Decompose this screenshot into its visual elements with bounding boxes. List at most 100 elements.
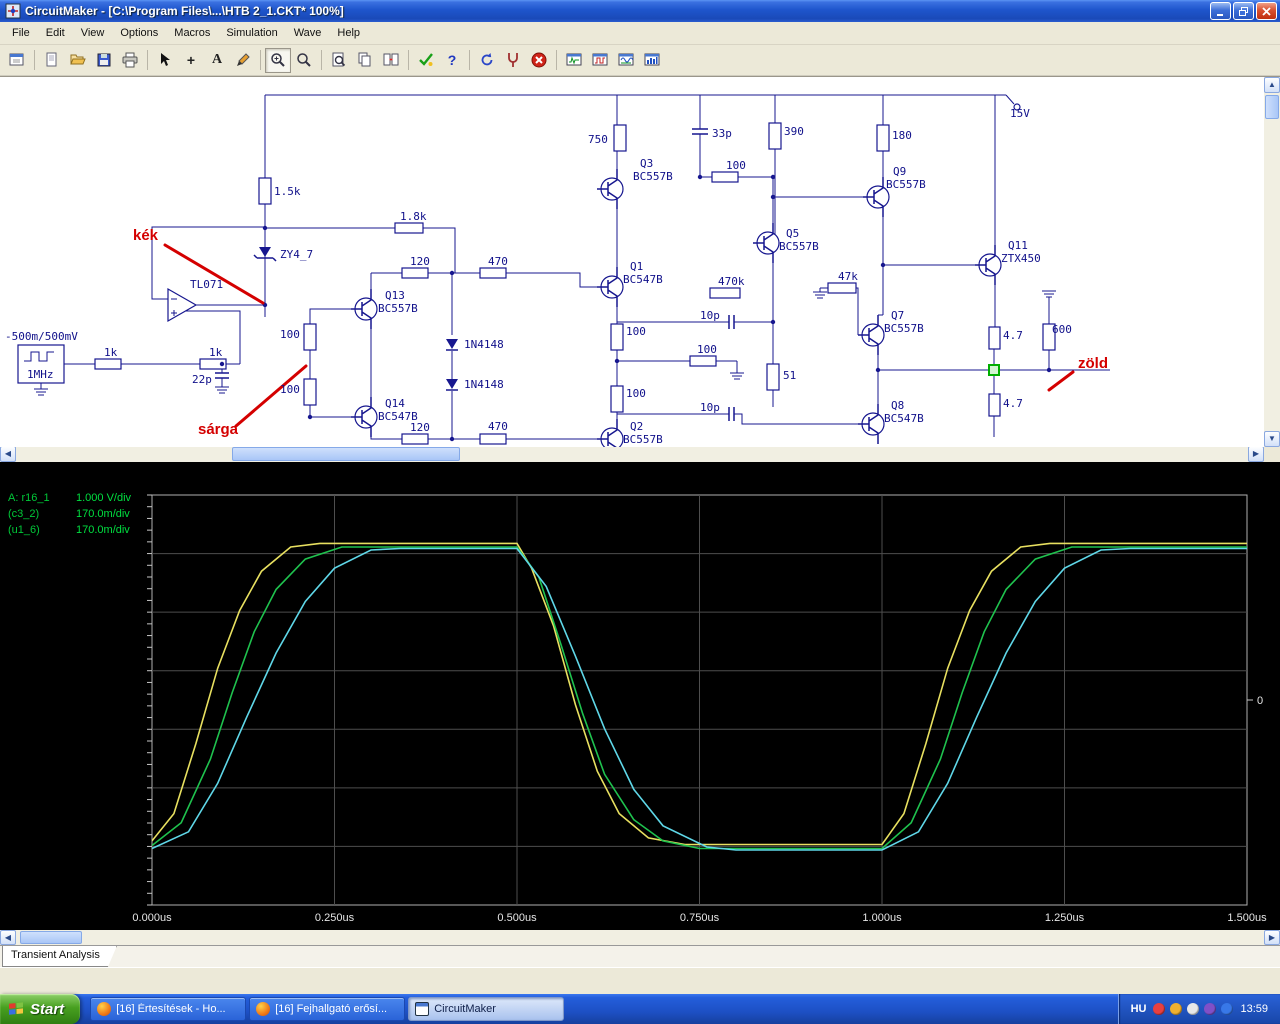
- scope-window-button-3[interactable]: [613, 48, 639, 73]
- diode-1n4148[interactable]: 1N4148: [446, 338, 504, 351]
- schematic-horizontal-scrollbar[interactable]: ◀ ▶: [0, 446, 1280, 462]
- svg-text:1N4148: 1N4148: [464, 338, 504, 351]
- text-tool-button[interactable]: A: [204, 48, 230, 73]
- transistor-Q2[interactable]: Q2BC557B: [597, 419, 663, 447]
- component-label: 390: [784, 125, 804, 138]
- reset-button[interactable]: [474, 48, 500, 73]
- minimize-button[interactable]: [1210, 2, 1231, 20]
- open-file-button[interactable]: [65, 48, 91, 73]
- transistor-Q5[interactable]: Q5BC557B: [753, 223, 819, 263]
- probe-tool-button[interactable]: [500, 48, 526, 73]
- toolbar-separator: [556, 50, 557, 70]
- svg-text:ZTX450: ZTX450: [1001, 252, 1041, 265]
- language-indicator[interactable]: HU: [1131, 1003, 1147, 1015]
- transistor-Q8[interactable]: Q8BC547B: [858, 399, 924, 444]
- volume-icon[interactable]: [1187, 1003, 1200, 1015]
- start-button[interactable]: Start: [0, 994, 81, 1024]
- split-window-button[interactable]: [378, 48, 404, 73]
- scroll-down-button[interactable]: ▼: [1264, 431, 1280, 447]
- menu-item-edit[interactable]: Edit: [38, 24, 73, 42]
- save-button[interactable]: [91, 48, 117, 73]
- fit-page-button[interactable]: [326, 48, 352, 73]
- svg-text:BC557B: BC557B: [886, 178, 926, 191]
- zoom-in-button[interactable]: [265, 47, 291, 73]
- scope-window-button-1[interactable]: [561, 48, 587, 73]
- select-tool-button[interactable]: [152, 48, 178, 73]
- print-button[interactable]: [117, 48, 143, 73]
- transistor-Q9[interactable]: Q9BC557B: [863, 165, 926, 217]
- menu-item-file[interactable]: File: [4, 24, 38, 42]
- menu-item-simulation[interactable]: Simulation: [218, 24, 285, 42]
- svg-text:BC547B: BC547B: [623, 273, 663, 286]
- component-label: 33p: [712, 127, 732, 140]
- component-label: 22p: [192, 373, 212, 386]
- vertical-scroll-thumb[interactable]: [1265, 95, 1279, 119]
- horizontal-scroll-thumb[interactable]: [232, 447, 460, 461]
- component-label: 51: [783, 369, 796, 382]
- component-label: 1k: [209, 346, 223, 359]
- menu-item-options[interactable]: Options: [112, 24, 166, 42]
- run-simulation-button[interactable]: [413, 48, 439, 73]
- network-icon[interactable]: [1221, 1003, 1234, 1015]
- component-label: 600: [1052, 323, 1072, 336]
- transistor-Q13[interactable]: Q13BC557B: [351, 289, 418, 329]
- stop-button[interactable]: [526, 48, 552, 73]
- help-button[interactable]: ?: [439, 48, 465, 73]
- waveform-scroll-thumb[interactable]: [20, 931, 82, 944]
- schematic-vertical-scrollbar[interactable]: ▲ ▼: [1264, 77, 1280, 447]
- probe-marker[interactable]: [988, 364, 1000, 376]
- scroll-up-button[interactable]: ▲: [1264, 77, 1280, 93]
- scroll-left-button[interactable]: ◀: [0, 930, 16, 945]
- reset-arrow-icon: [481, 53, 493, 66]
- new-file-button[interactable]: [39, 48, 65, 73]
- scope-window-icon: [566, 53, 582, 66]
- copy-button[interactable]: [352, 48, 378, 73]
- schematic-canvas[interactable]: Q3BC557B Q9BC557B Q5BC557B Q11ZTX450 Q1BC547…: [0, 77, 1264, 447]
- tab-transient-analysis[interactable]: Transient Analysis: [2, 946, 117, 967]
- scope-window-button-2[interactable]: [587, 48, 613, 73]
- place-part-button[interactable]: +: [178, 48, 204, 73]
- text-tool-icon: A: [211, 52, 223, 67]
- diode-1n4148[interactable]: 1N4148: [446, 378, 504, 391]
- component-label: 180: [892, 129, 912, 142]
- taskbar-task-circuitmaker[interactable]: CircuitMaker: [408, 997, 565, 1021]
- circuitmaker-icon: [415, 1002, 430, 1016]
- scope-dual-trace-icon: [618, 53, 634, 66]
- annotation-zöld: zöld: [1078, 355, 1108, 372]
- transistor-Q1[interactable]: Q1BC547B: [597, 260, 663, 307]
- window-title: CircuitMaker - [C:\Program Files\...\HTB…: [25, 4, 344, 18]
- magnifier-icon: [297, 53, 311, 67]
- scroll-left-button[interactable]: ◀: [0, 446, 16, 462]
- restore-button[interactable]: [1233, 2, 1254, 20]
- transistor-Q7[interactable]: Q7BC557B: [858, 309, 924, 355]
- scanner-icon[interactable]: [1170, 1003, 1183, 1015]
- scroll-right-button[interactable]: ▶: [1248, 446, 1264, 462]
- svg-text:Q8: Q8: [891, 399, 904, 412]
- menu-item-help[interactable]: Help: [329, 24, 368, 42]
- waveform-horizontal-scrollbar[interactable]: ◀ ▶: [0, 930, 1280, 945]
- title-bar: CircuitMaker - [C:\Program Files\...\HTB…: [0, 0, 1280, 22]
- wire-tool-button[interactable]: [230, 48, 256, 73]
- close-button[interactable]: [1256, 2, 1277, 20]
- menu-item-wave[interactable]: Wave: [286, 24, 330, 42]
- taskbar-task-16-rtes-t-sek-ho[interactable]: [16] Értesítések - Ho...: [90, 997, 247, 1021]
- scope-bars-icon: [644, 53, 660, 66]
- transistor-Q14[interactable]: Q14BC547B: [351, 397, 418, 437]
- new-board-button[interactable]: [4, 48, 30, 73]
- toolbar-separator: [408, 50, 409, 70]
- check-wand-icon: [419, 53, 433, 66]
- scope-window-button-4[interactable]: [639, 48, 665, 73]
- menu-item-view[interactable]: View: [73, 24, 113, 42]
- waveform-plot[interactable]: 0.000us 0.250us 0.500us 0.750us 1.000us 1.250…: [0, 462, 1280, 930]
- svg-text:BC557B: BC557B: [623, 433, 663, 446]
- board-icon: [9, 53, 24, 66]
- messenger-icon[interactable]: [1204, 1003, 1217, 1015]
- scroll-right-button[interactable]: ▶: [1264, 930, 1280, 945]
- transistor-Q11[interactable]: Q11ZTX450: [975, 239, 1041, 285]
- menu-item-macros[interactable]: Macros: [166, 24, 218, 42]
- zoom-tool-button[interactable]: [291, 48, 317, 73]
- alert-icon[interactable]: [1153, 1003, 1166, 1015]
- taskbar-task-16-fejhallgat-er-s[interactable]: [16] Fejhallgató erősí...: [249, 997, 406, 1021]
- annotation-line-kek: [163, 243, 265, 305]
- transistor-Q3[interactable]: Q3BC557B: [597, 157, 673, 209]
